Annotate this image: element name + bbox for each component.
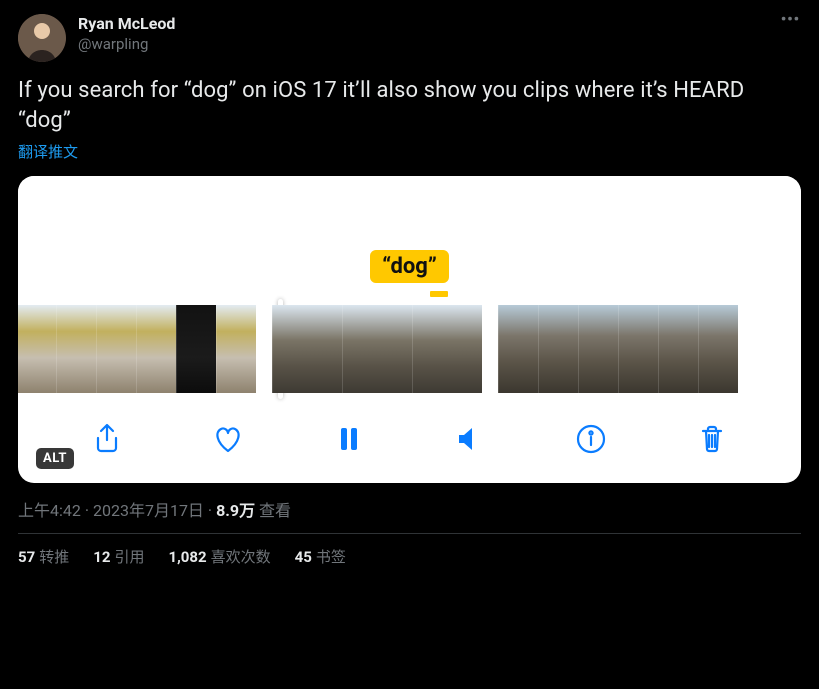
clip-thumbnail	[342, 305, 412, 393]
media-attachment[interactable]: “dog”	[18, 176, 801, 483]
views-count: 8.9万	[216, 501, 255, 520]
tweet-meta: 上午4:42 · 2023年7月17日 · 8.9万 查看	[18, 497, 801, 521]
media-blank-area	[18, 176, 801, 256]
clip-group-2[interactable]	[272, 305, 482, 393]
caption-marker	[430, 291, 448, 297]
tweet-text: If you search for “dog” on iOS 17 it’ll …	[18, 76, 801, 135]
user-names: Ryan McLeod @warpling	[78, 14, 767, 54]
share-button[interactable]	[89, 421, 125, 457]
retweets-stat[interactable]: 57转推	[18, 546, 69, 567]
info-button[interactable]	[573, 421, 609, 457]
translate-link[interactable]: 翻译推文	[18, 141, 78, 162]
like-button[interactable]	[210, 421, 246, 457]
clip-thumbnail	[96, 305, 136, 393]
tweet-header: Ryan McLeod @warpling	[18, 14, 801, 62]
more-options-button[interactable]	[779, 14, 801, 34]
clip-thumbnail	[618, 305, 658, 393]
views-label: 查看	[255, 501, 291, 520]
clip-thumbnail	[698, 305, 738, 393]
alt-badge[interactable]: ALT	[36, 448, 74, 469]
display-name[interactable]: Ryan McLeod	[78, 14, 767, 34]
tweet-stats: 57转推 12引用 1,082喜欢次数 45书签	[18, 546, 801, 567]
clip-group-3[interactable]	[498, 305, 738, 393]
tweet: Ryan McLeod @warpling If you search for …	[0, 0, 819, 581]
tweet-time[interactable]: 上午4:42	[18, 501, 81, 520]
video-timeline[interactable]	[18, 283, 801, 409]
delete-button[interactable]	[694, 421, 730, 457]
clip-thumbnail	[176, 305, 216, 393]
clip-thumbnail	[498, 305, 538, 393]
clip-thumbnail	[18, 305, 56, 393]
clip-thumbnail	[56, 305, 96, 393]
caption-wrap: “dog”	[18, 250, 801, 283]
avatar[interactable]	[18, 14, 66, 62]
clip-group-1[interactable]	[18, 305, 256, 393]
clip-thumbnail	[538, 305, 578, 393]
clip-thumbnail	[578, 305, 618, 393]
clip-thumbnail	[272, 305, 342, 393]
likes-stat[interactable]: 1,082喜欢次数	[168, 546, 270, 567]
clip-group-2-wrap	[272, 305, 482, 393]
video-controls	[18, 409, 801, 483]
pause-button[interactable]	[331, 421, 367, 457]
caption-chip: “dog”	[370, 250, 449, 283]
bookmarks-stat[interactable]: 45书签	[295, 546, 346, 567]
quotes-stat[interactable]: 12引用	[93, 546, 144, 567]
user-handle[interactable]: @warpling	[78, 35, 767, 54]
clip-thumbnail	[658, 305, 698, 393]
mute-button[interactable]	[452, 421, 488, 457]
divider	[18, 533, 801, 534]
tweet-date[interactable]: 2023年7月17日	[93, 501, 204, 520]
clip-thumbnail	[412, 305, 482, 393]
clip-thumbnail	[136, 305, 176, 393]
clip-thumbnail	[216, 305, 256, 393]
